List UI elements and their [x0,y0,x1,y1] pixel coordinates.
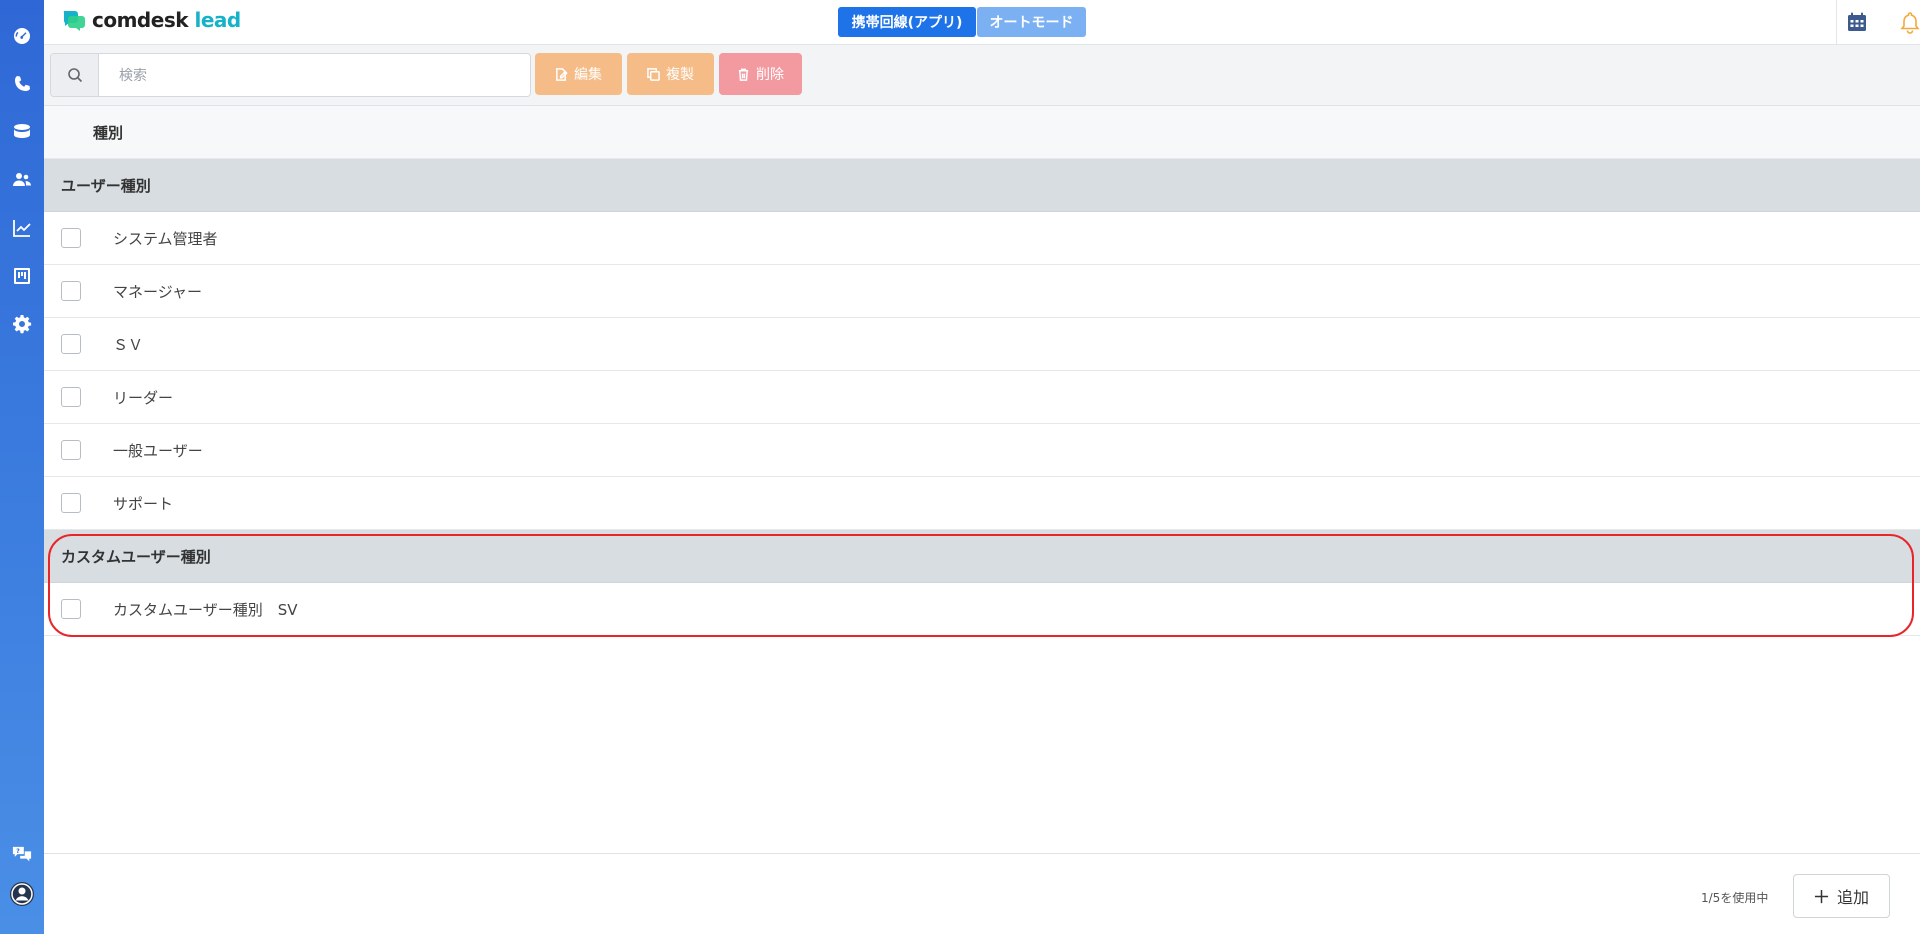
table-row[interactable]: マネージャー [44,265,1920,318]
delete-button[interactable]: 削除 [719,53,802,95]
table-row[interactable]: 一般ユーザー [44,424,1920,477]
copy-label: 複製 [666,67,694,83]
row-checkbox[interactable] [61,599,81,619]
group-header-custom-user-type: カスタムユーザー種別 [44,530,1920,583]
search-icon[interactable] [51,54,99,96]
phone-icon[interactable] [11,73,33,95]
board-icon[interactable] [11,265,33,287]
usage-count: 1/5を使用中 [1701,891,1769,905]
add-button[interactable]: 追加 [1793,874,1890,918]
help-chat-icon[interactable]: ? [11,844,33,866]
row-checkbox[interactable] [61,440,81,460]
profile-icon[interactable] [9,881,35,907]
chart-icon[interactable] [11,217,33,239]
row-label: ＳＶ [113,335,144,354]
search-box [50,53,531,97]
copy-icon [647,67,660,81]
table-row[interactable]: ＳＶ [44,318,1920,371]
top-header: comdesk lead 携帯回線(アプリ) オートモード [44,0,1920,45]
database-icon[interactable] [11,121,33,143]
edit-label: 編集 [574,67,602,83]
group-title: カスタムユーザー種別 [61,547,211,566]
row-checkbox[interactable] [61,228,81,248]
plus-icon [1814,889,1829,903]
dashboard-icon[interactable] [11,25,33,47]
copy-button[interactable]: 複製 [627,53,714,95]
add-label: 追加 [1836,888,1869,907]
svg-text:?: ? [16,848,20,855]
group-header-user-type: ユーザー種別 [44,159,1920,212]
table-row[interactable]: サポート [44,477,1920,530]
row-label: システム管理者 [113,229,218,248]
logo-text: comdesk lead [92,8,241,32]
search-input[interactable] [99,54,530,96]
bell-icon[interactable] [1898,10,1920,34]
row-label: リーダー [113,388,174,407]
logo-mark-icon [62,8,86,32]
group-title: ユーザー種別 [61,176,151,195]
row-checkbox[interactable] [61,281,81,301]
toolbar: 編集 複製 削除 [44,45,1920,106]
auto-mode-button[interactable]: オートモード [977,7,1086,37]
row-checkbox[interactable] [61,334,81,354]
edit-button[interactable]: 編集 [535,53,622,95]
row-checkbox[interactable] [61,493,81,513]
sidebar: ? [0,0,44,934]
app-logo[interactable]: comdesk lead [62,8,241,32]
row-checkbox[interactable] [61,387,81,407]
header-divider [1836,0,1837,44]
footer: 1/5を使用中 追加 [44,853,1920,935]
table-row[interactable]: システム管理者 [44,212,1920,265]
trash-icon [738,68,749,81]
mobile-line-button[interactable]: 携帯回線(アプリ) [838,7,976,37]
row-label: サポート [113,494,174,513]
edit-icon [556,67,568,81]
column-header: 種別 [44,106,1920,159]
gear-icon[interactable] [11,313,33,335]
users-icon[interactable] [11,169,33,191]
row-label: マネージャー [113,282,202,301]
delete-label: 削除 [756,67,784,83]
column-header-label: 種別 [93,123,124,142]
row-label: カスタムユーザー種別 SV [113,600,298,619]
user-type-table: 種別 ユーザー種別 システム管理者 マネージャー ＳＶ リーダー 一般ユーザー … [44,106,1920,636]
calendar-icon[interactable] [1845,10,1869,34]
table-row[interactable]: カスタムユーザー種別 SV [44,583,1920,636]
row-label: 一般ユーザー [113,441,203,460]
table-row[interactable]: リーダー [44,371,1920,424]
